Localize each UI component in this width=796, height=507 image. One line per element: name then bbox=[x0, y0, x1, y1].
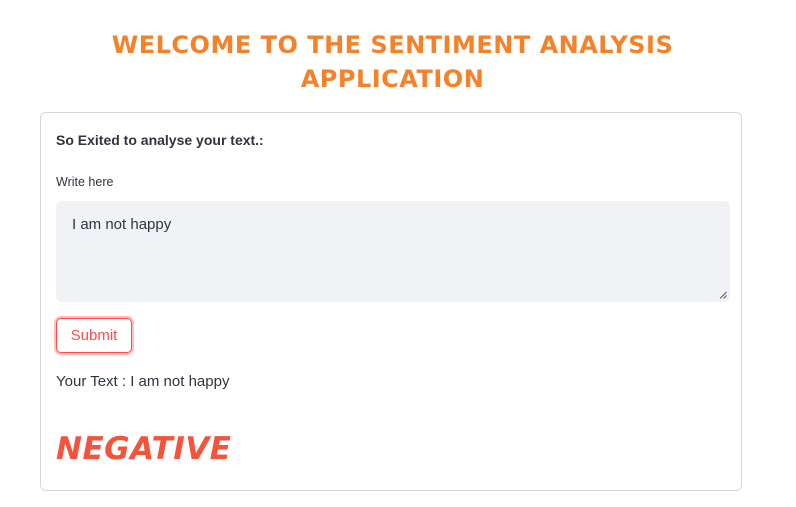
your-text-output: Your Text : I am not happy bbox=[56, 373, 230, 390]
form-heading: So Exited to analyse your text.: bbox=[56, 132, 264, 148]
text-input-area[interactable]: I am not happy bbox=[56, 201, 730, 302]
text-input-value: I am not happy bbox=[72, 216, 172, 233]
page-title: WELCOME TO THE SENTIMENT ANALYSIS APPLIC… bbox=[0, 28, 785, 96]
sentiment-form: So Exited to analyse your text.: Write h… bbox=[40, 112, 742, 491]
sentiment-result: NEGATIVE bbox=[56, 431, 232, 467]
textarea-label: Write here bbox=[56, 175, 114, 189]
submit-button[interactable]: Submit bbox=[56, 318, 132, 353]
page-title-line-1: WELCOME TO THE SENTIMENT ANALYSIS bbox=[111, 31, 674, 59]
resize-grip-icon[interactable] bbox=[719, 291, 727, 299]
page-title-line-2: APPLICATION bbox=[300, 65, 485, 93]
